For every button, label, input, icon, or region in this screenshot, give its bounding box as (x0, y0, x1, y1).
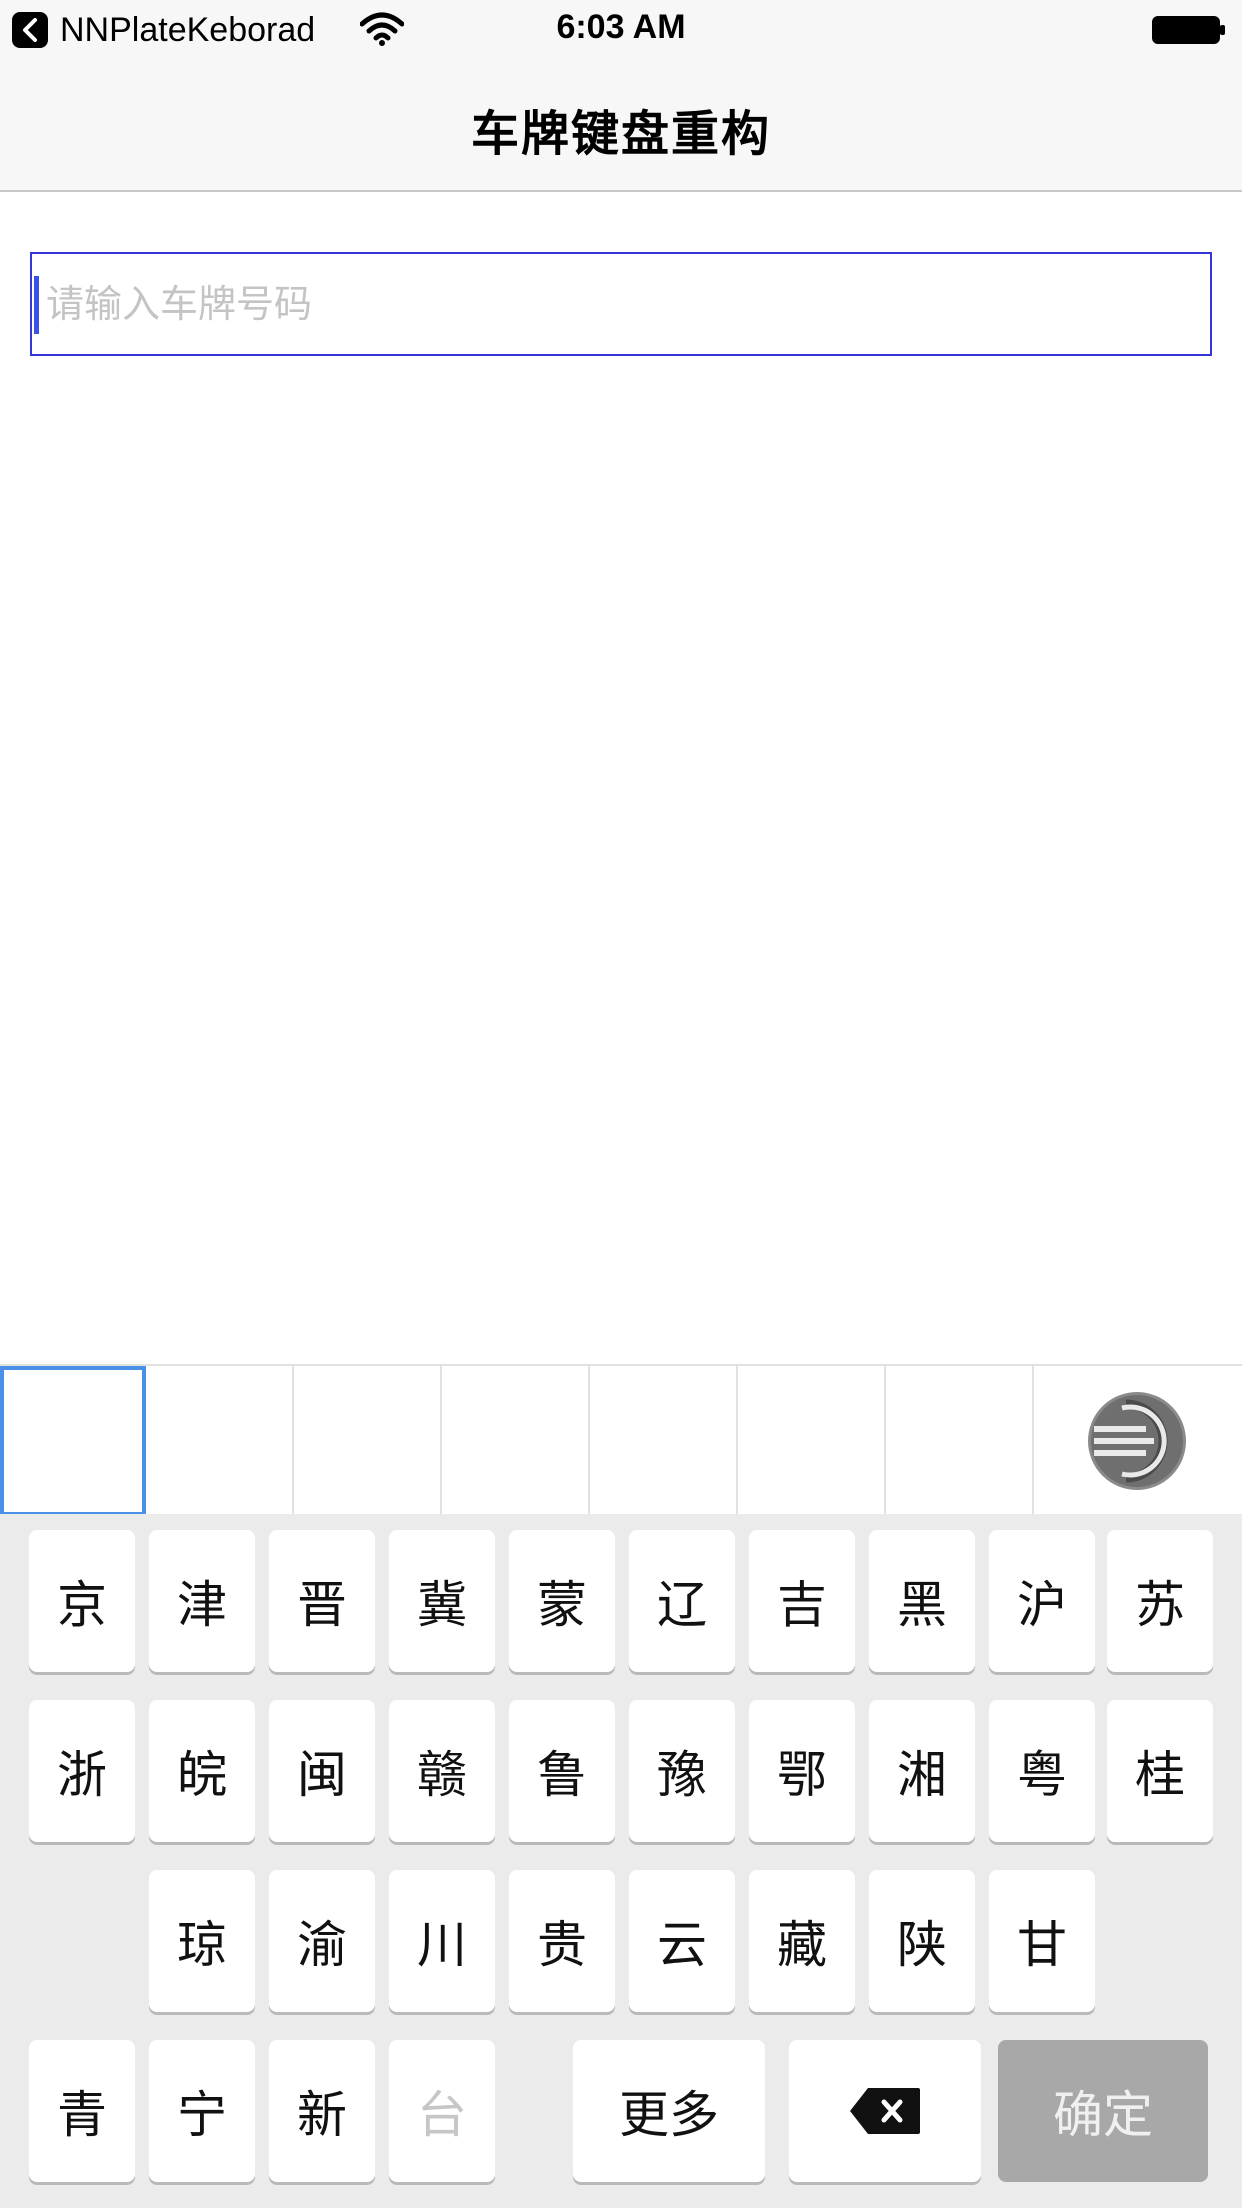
key-hei[interactable]: 黑 (869, 1530, 975, 1672)
plate-cell-5[interactable] (592, 1366, 738, 1516)
navigation-bar: 车牌键盘重构 (0, 60, 1242, 192)
plate-number-input[interactable] (44, 254, 1204, 354)
key-xin[interactable]: 新 (269, 2040, 375, 2182)
key-e[interactable]: 鄂 (749, 1700, 855, 1842)
battery-icon (1152, 16, 1225, 44)
key-gan[interactable]: 赣 (389, 1700, 495, 1842)
more-button[interactable]: 更多 (573, 2040, 765, 2182)
text-caret (34, 276, 39, 334)
confirm-button[interactable]: 确定 (998, 2040, 1208, 2182)
key-gan2[interactable]: 甘 (989, 1870, 1095, 2012)
key-jing[interactable]: 京 (29, 1530, 135, 1672)
key-gui2[interactable]: 贵 (509, 1870, 615, 2012)
key-qing[interactable]: 青 (29, 2040, 135, 2182)
new-energy-icon[interactable] (1086, 1390, 1188, 1492)
backspace-icon (850, 2088, 920, 2134)
plate-cell-2[interactable] (148, 1366, 294, 1516)
plate-cell-4[interactable] (444, 1366, 590, 1516)
plate-cells-bar (0, 1364, 1242, 1516)
key-hu[interactable]: 沪 (989, 1530, 1095, 1672)
key-zang[interactable]: 藏 (749, 1870, 855, 2012)
key-min[interactable]: 闽 (269, 1700, 375, 1842)
key-jin2[interactable]: 晋 (269, 1530, 375, 1672)
key-liao[interactable]: 辽 (629, 1530, 735, 1672)
plate-cell-3[interactable] (296, 1366, 442, 1516)
key-wan[interactable]: 皖 (149, 1700, 255, 1842)
key-chuan[interactable]: 川 (389, 1870, 495, 2012)
status-time: 6:03 AM (556, 8, 686, 46)
key-yue[interactable]: 粤 (989, 1700, 1095, 1842)
page-title: 车牌键盘重构 (470, 106, 771, 162)
key-yu2[interactable]: 渝 (269, 1870, 375, 2012)
key-yu[interactable]: 豫 (629, 1700, 735, 1842)
key-xiang[interactable]: 湘 (869, 1700, 975, 1842)
plate-cell-6[interactable] (740, 1366, 886, 1516)
key-yun[interactable]: 云 (629, 1870, 735, 2012)
delete-button[interactable] (789, 2040, 981, 2182)
key-ji[interactable]: 冀 (389, 1530, 495, 1672)
key-lu[interactable]: 鲁 (509, 1700, 615, 1842)
key-gui[interactable]: 桂 (1107, 1700, 1213, 1842)
app-screen: NNPlateKeborad 6:03 AM 车牌键盘重构 请输入车牌号码 京 … (0, 0, 1242, 2208)
key-meng[interactable]: 蒙 (509, 1530, 615, 1672)
province-keyboard: 京 津 晋 冀 蒙 辽 吉 黑 沪 苏 浙 皖 闽 赣 鲁 豫 鄂 湘 粤 桂 … (0, 1514, 1242, 2208)
key-tai: 台 (389, 2040, 495, 2182)
plate-input-container[interactable] (30, 252, 1212, 356)
key-shan[interactable]: 陕 (869, 1870, 975, 2012)
key-zhe[interactable]: 浙 (29, 1700, 135, 1842)
key-ning[interactable]: 宁 (149, 2040, 255, 2182)
key-su[interactable]: 苏 (1107, 1530, 1213, 1672)
key-qiong[interactable]: 琼 (149, 1870, 255, 2012)
key-jin[interactable]: 津 (149, 1530, 255, 1672)
status-bar: NNPlateKeborad 6:03 AM (0, 0, 1242, 60)
plate-cell-1[interactable] (0, 1366, 146, 1516)
plate-cell-7[interactable] (888, 1366, 1034, 1516)
key-ji2[interactable]: 吉 (749, 1530, 855, 1672)
